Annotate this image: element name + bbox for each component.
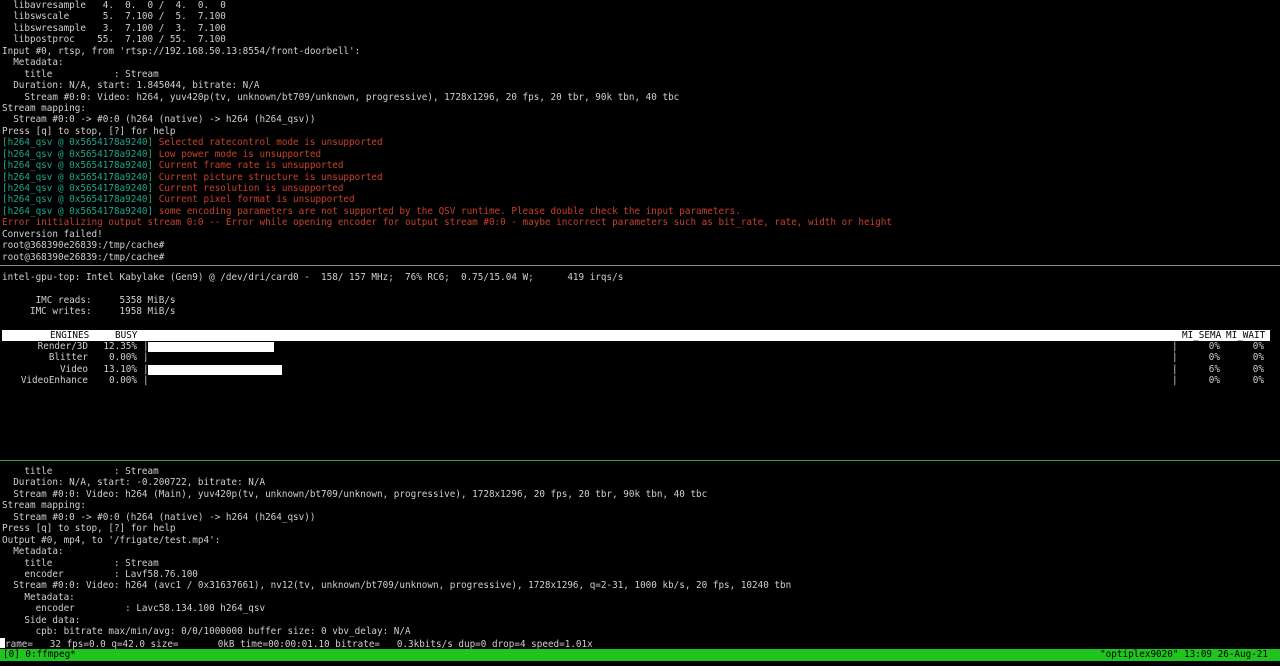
- terminal-line: Metadata:: [2, 591, 75, 603]
- terminal-line: Stream mapping:: [2, 102, 86, 114]
- engine-name: VideoEnhance: [20, 375, 88, 387]
- engine-busy-percent: 13.10%: [103, 363, 137, 375]
- terminal-line: [h264_qsv @ 0x5654178a9240] Current fram…: [0, 160, 1280, 171]
- engines-column-header: ENGINES: [50, 330, 90, 341]
- terminal-line: Output #0, mp4, to '/frigate/test.mp4':: [2, 534, 221, 546]
- log-warning-text: Selected ratecontrol mode is unsupported: [153, 137, 383, 149]
- terminal-line: Duration: N/A, start: -0.200722, bitrate…: [2, 477, 266, 489]
- engines-table-header: ENGINES BUSY MI_SEMA MI_WAIT: [2, 330, 1270, 341]
- engine-row: Blitter 0.00% | | 0% 0%: [0, 352, 1280, 363]
- pane-divider[interactable]: [0, 265, 1280, 266]
- log-source-tag: [h264_qsv @ 0x5654178a9240]: [2, 137, 154, 149]
- pane-divider-active[interactable]: [0, 460, 1280, 461]
- imc-reads-line: IMC reads: 5358 MiB/s: [2, 294, 176, 306]
- engine-row: Video 13.10% | | 6% 0%: [0, 364, 1280, 375]
- busy-column-header: BUSY: [115, 330, 138, 341]
- engine-mi-wait: 0%: [1252, 341, 1264, 352]
- terminal-line: libpostproc 55. 7.100 / 55. 7.100: [2, 34, 226, 46]
- ffmpeg-progress-line: rame= 32 fps=0.0 q=42.0 size= 0kB time=0…: [0, 637, 1280, 649]
- terminal-line: encoder : Lavc58.134.100 h264_qsv: [2, 603, 266, 615]
- terminal-line: Stream #0:0 -> #0:0 (h264 (native) -> h2…: [2, 511, 316, 523]
- terminal-line: Stream #0:0: Video: h264 (Main), yuv420p…: [2, 488, 708, 500]
- terminal-line: [h264_qsv @ 0x5654178a9240] Low power mo…: [0, 149, 1280, 160]
- terminal-line: libavresample 4. 0. 0 / 4. 0. 0: [2, 0, 226, 11]
- terminal-line: [h264_qsv @ 0x5654178a9240] Current pixe…: [0, 194, 1280, 205]
- log-warning-text: Current resolution is unsupported: [153, 183, 344, 194]
- terminal-line: [h264_qsv @ 0x5654178a9240] Current reso…: [0, 183, 1280, 194]
- log-source-tag: [h264_qsv @ 0x5654178a9240]: [2, 171, 154, 183]
- bar-left-edge: |: [143, 375, 149, 387]
- engine-busy-bar: [148, 342, 274, 352]
- terminal-line: Error initializing output stream 0:0 -- …: [2, 217, 892, 229]
- imc-writes-line: IMC writes: 1958 MiB/s: [2, 306, 176, 318]
- progress-prefix: rame=: [5, 638, 33, 649]
- engine-busy-bar: [148, 364, 282, 375]
- terminal-line: [h264_qsv @ 0x5654178a9240] Current pict…: [0, 172, 1280, 183]
- terminal-line: Press [q] to stop, [?] for help: [2, 523, 176, 535]
- terminal-line: Stream #0:0 -> #0:0 (h264 (native) -> h2…: [2, 114, 316, 126]
- gpu-title-line: intel-gpu-top: Intel Kabylake (Gen9) @ /…: [2, 272, 624, 283]
- ffmpeg-output-pane-top[interactable]: libavresample 4. 0. 0 / 4. 0. 0 libswsca…: [0, 0, 1280, 263]
- terminal-line: Press [q] to stop, [?] for help: [2, 125, 176, 137]
- ffmpeg-output-pane-bottom[interactable]: title : Stream Duration: N/A, start: -0.…: [0, 466, 1280, 649]
- bar-left-edge: |: [143, 352, 149, 364]
- engine-busy-percent: 0.00%: [109, 375, 137, 387]
- engine-mi-wait: 0%: [1252, 375, 1264, 387]
- terminal-line: Stream #0:0: Video: h264 (avc1 / 0x31637…: [2, 580, 792, 592]
- log-warning-text: Low power mode is unsupported: [153, 148, 322, 160]
- engine-mi-sema: 0%: [1208, 375, 1220, 387]
- terminal-line: title : Stream: [2, 466, 159, 477]
- terminal-line: cpb: bitrate max/min/avg: 0/0/1000000 bu…: [2, 626, 411, 638]
- terminal-line: Side data:: [2, 614, 81, 626]
- terminal-line: Metadata:: [2, 57, 64, 69]
- bar-right-edge: |: [1172, 352, 1178, 364]
- log-source-tag: [h264_qsv @ 0x5654178a9240]: [2, 194, 154, 206]
- terminal-line: root@368390e26839:/tmp/cache#: [2, 240, 165, 252]
- log-warning-text: Current pixel format is unsupported: [153, 194, 355, 206]
- terminal-line: [h264_qsv @ 0x5654178a9240] Selected rat…: [0, 137, 1280, 148]
- bar-right-edge: |: [1172, 375, 1178, 387]
- engine-mi-sema: 0%: [1208, 352, 1220, 364]
- engine-name: Video: [60, 363, 88, 375]
- terminal-line: encoder : Lavf58.76.100: [2, 568, 198, 580]
- engine-mi-sema: 6%: [1208, 363, 1220, 375]
- terminal-line: Conversion failed!: [2, 228, 103, 240]
- terminal-line: [h264_qsv @ 0x5654178a9240] some encodin…: [0, 206, 1280, 217]
- terminal-line: libswscale 5. 7.100 / 5. 7.100: [2, 11, 226, 23]
- log-warning-text: Current frame rate is unsupported: [153, 160, 344, 172]
- log-warning-text: Current picture structure is unsupported: [153, 171, 383, 183]
- terminal-line: Metadata:: [2, 546, 64, 558]
- terminal-line: Stream #0:0: Video: h264, yuv420p(tv, un…: [2, 91, 680, 103]
- log-source-tag: [h264_qsv @ 0x5654178a9240]: [2, 160, 154, 172]
- terminal-line: Input #0, rtsp, from 'rtsp://192.168.50.…: [2, 45, 361, 57]
- log-warning-text: some encoding parameters are not support…: [153, 205, 741, 217]
- terminal-line: libswresample 3. 7.100 / 3. 7.100: [2, 22, 226, 34]
- tmux-status-bar: [0] 0:ffmpeg* "optiplex9020" 13:09 26-Au…: [0, 649, 1280, 661]
- log-source-tag: [h264_qsv @ 0x5654178a9240]: [2, 183, 154, 194]
- engine-busy-percent: 0.00%: [109, 352, 137, 364]
- engine-row: VideoEnhance 0.00% | | 0% 0%: [0, 375, 1280, 386]
- engine-row: Render/3D 12.35% | | 0% 0%: [0, 341, 1280, 352]
- terminal-line: title : Stream: [2, 557, 159, 569]
- bar-right-edge: |: [1172, 341, 1178, 352]
- bar-right-edge: |: [1172, 363, 1178, 375]
- engine-busy-percent: 12.35%: [103, 341, 137, 352]
- progress-stats: 32 fps=0.0 q=42.0 size= 0kB time=00:00:0…: [33, 638, 593, 649]
- engine-name: Render/3D: [37, 341, 88, 352]
- terminal-line: root@368390e26839:/tmp/cache#: [2, 251, 165, 263]
- mi-wait-column-header: MI_WAIT: [1226, 330, 1266, 341]
- engine-mi-sema: 0%: [1208, 341, 1220, 352]
- log-source-tag: [h264_qsv @ 0x5654178a9240]: [2, 205, 154, 217]
- terminal-line: Duration: N/A, start: 1.845044, bitrate:…: [2, 80, 260, 92]
- engine-mi-wait: 0%: [1252, 352, 1264, 364]
- engine-name: Blitter: [48, 352, 88, 364]
- tmux-session-window[interactable]: [0] 0:ffmpeg*: [3, 649, 76, 660]
- terminal-line: Stream mapping:: [2, 500, 86, 512]
- tmux-host-clock: "optiplex9020" 13:09 26-Aug-21: [1100, 649, 1268, 660]
- mi-sema-column-header: MI_SEMA: [1182, 330, 1222, 341]
- terminal-line: title : Stream: [2, 68, 159, 80]
- engine-mi-wait: 0%: [1252, 363, 1264, 375]
- log-source-tag: [h264_qsv @ 0x5654178a9240]: [2, 148, 154, 160]
